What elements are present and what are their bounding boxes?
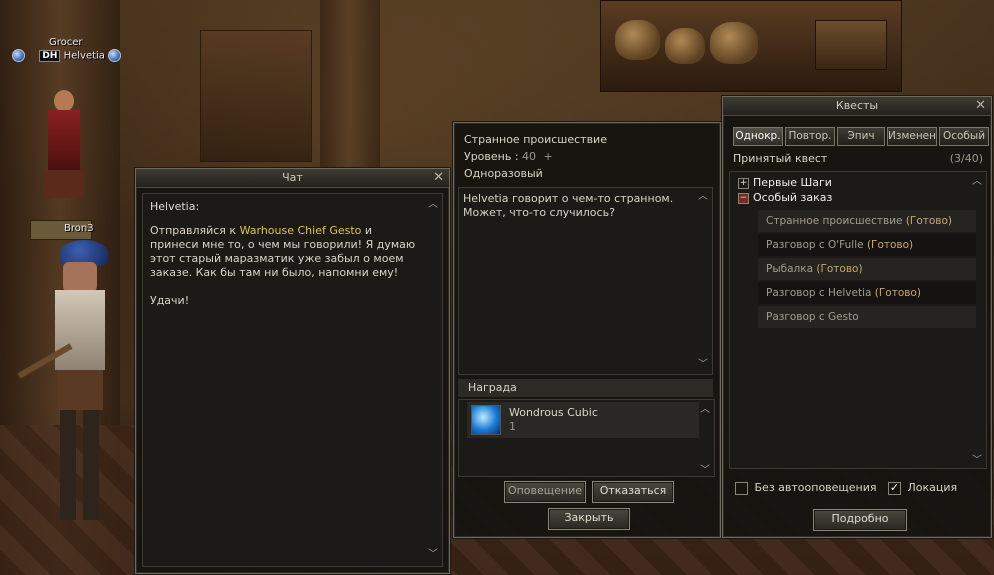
opt-location-label: Локация: [907, 481, 958, 494]
level-label: Уровень :: [464, 150, 519, 163]
scroll-down-icon[interactable]: ﹀: [972, 451, 982, 466]
quest-level: Уровень : 40 +: [464, 148, 607, 165]
tab-special[interactable]: Особый: [939, 127, 989, 146]
opt-no-notify-label: Без автооповещения: [754, 481, 877, 494]
sack: [665, 28, 705, 64]
checkbox-checked[interactable]: ✓: [888, 481, 901, 495]
quest-item-name: Разговор с Gesto: [766, 311, 859, 323]
level-value: 40: [522, 150, 537, 163]
group-label: Первые Шаги: [753, 176, 832, 189]
tab-repeat[interactable]: Повтор.: [785, 127, 835, 146]
player-character[interactable]: [17, 240, 125, 530]
scroll-up-icon[interactable]: ︿: [428, 198, 438, 212]
reward-item-qty: 1: [509, 420, 516, 433]
opt-location[interactable]: ✓ Локация: [888, 481, 957, 495]
tab-epic[interactable]: Эпич: [837, 127, 885, 146]
scroll-up-icon[interactable]: ︿: [700, 400, 710, 415]
opt-no-notify[interactable]: Без автооповещения: [735, 481, 877, 495]
reward-list: Wondrous Cubic 1 ︿ ﹀: [458, 399, 715, 477]
reward-item[interactable]: Wondrous Cubic 1: [467, 402, 699, 438]
npc-grocer[interactable]: [42, 90, 88, 220]
checkbox-unchecked[interactable]: [735, 481, 748, 495]
accepted-quests-header: Принятый квест (3/40): [733, 152, 985, 165]
quest-item-status: (Готово): [816, 263, 863, 275]
quest-description-box: Helvetia говорит о чем-то странном. Може…: [458, 187, 713, 375]
list-item[interactable]: Разговор с Gesto: [758, 306, 976, 328]
quest-name: Странное происшествие: [464, 133, 607, 146]
chat-farewell: Удачи!: [150, 294, 190, 307]
close-icon[interactable]: ✕: [433, 169, 444, 187]
wooden-pillar: [320, 0, 380, 170]
chat-text: Отправляйся к: [150, 224, 240, 237]
quest-item-status: (Готово): [866, 239, 914, 251]
sack: [710, 22, 758, 64]
cube-icon: [471, 405, 501, 435]
scroll-up-icon[interactable]: ︿: [698, 190, 708, 204]
accepted-count: (3/40): [949, 152, 983, 165]
scroll-up-icon[interactable]: ︿: [972, 172, 982, 187]
quest-list: + Первые Шаги − Особый заказ Странное прои…: [729, 171, 987, 469]
tab-changed[interactable]: Изменен: [887, 127, 937, 146]
reward-header: Награда: [458, 379, 713, 397]
close-icon[interactable]: ✕: [975, 97, 986, 115]
details-button[interactable]: Подробно: [813, 509, 907, 531]
quest-description: Helvetia говорит о чем-то странном. Може…: [463, 192, 674, 219]
quest-group-first-steps[interactable]: + Первые Шаги: [738, 176, 832, 189]
shelf: [200, 30, 312, 162]
list-item[interactable]: Разговор с O'Fulle (Готово): [758, 234, 976, 256]
level-plus: +: [543, 150, 553, 163]
accepted-label: Принятый квест: [733, 152, 828, 165]
quest-item-name: Разговор с O'Fulle: [766, 239, 864, 251]
nameplate-bron: Bron3: [64, 223, 94, 234]
quest-type: Одноразовый: [464, 167, 543, 180]
chat-message: Отправляйся к Warhouse Chief Gesto и при…: [150, 224, 420, 280]
npc-link[interactable]: Warhouse Chief Gesto: [240, 224, 362, 237]
player-name: Helvetia: [63, 50, 105, 62]
chat-speaker: Helvetia:: [150, 200, 200, 213]
chest: [815, 20, 887, 70]
quest-item-status: (Готово): [874, 287, 921, 299]
nameplate-grocer: Grocer: [49, 37, 83, 48]
quest-group-special-order[interactable]: − Особый заказ: [738, 191, 832, 204]
quest-item-name: Разговор с Helvetia: [766, 287, 872, 299]
list-item[interactable]: Странное происшествие (Готово): [758, 210, 976, 232]
sack: [615, 20, 660, 60]
quest-tabs: Однокр. Повтор. Эпич Изменен Особый: [733, 127, 989, 146]
status-orb-icon: [12, 49, 25, 62]
nameplate-player: DH Helvetia: [12, 49, 122, 62]
list-item[interactable]: Рыбалка (Готово): [758, 258, 976, 280]
quests-title: Квесты: [835, 99, 879, 112]
scroll-down-icon[interactable]: ﹀: [698, 358, 708, 372]
chat-window: Чат ✕ Helvetia: Отправляйся к Warhouse C…: [135, 168, 450, 574]
tab-one-time[interactable]: Однокр.: [733, 127, 783, 146]
collapse-icon[interactable]: −: [738, 192, 749, 204]
quest-item-status: (Готово): [905, 215, 953, 227]
scroll-down-icon[interactable]: ﹀: [428, 548, 438, 562]
expand-icon[interactable]: +: [738, 177, 749, 189]
reward-item-name: Wondrous Cubic: [509, 406, 598, 419]
scroll-down-icon[interactable]: ﹀: [700, 461, 710, 476]
quest-detail-header: Странное происшествие Уровень : 40 + Одн…: [464, 131, 607, 182]
notify-button[interactable]: Оповещение: [504, 481, 586, 503]
quests-window: Квесты ✕ Однокр. Повтор. Эпич Изменен Ос…: [722, 96, 992, 538]
chat-window-title[interactable]: Чат ✕: [136, 169, 449, 188]
chat-title: Чат: [282, 171, 303, 184]
quest-item-name: Рыбалка: [766, 263, 814, 275]
chat-body: Helvetia: Отправляйся к Warhouse Chief G…: [142, 193, 443, 567]
status-orb-icon: [108, 49, 122, 62]
decline-button[interactable]: Отказаться: [592, 481, 674, 503]
reward-label: Награда: [468, 381, 517, 394]
close-button[interactable]: Закрыть: [548, 508, 630, 530]
quest-item-name: Странное происшествие: [766, 215, 903, 227]
clan-crest: DH: [39, 49, 61, 62]
list-item[interactable]: Разговор с Helvetia (Готово): [758, 282, 976, 304]
group-label: Особый заказ: [753, 191, 833, 204]
quests-window-title[interactable]: Квесты ✕: [723, 97, 991, 116]
quest-detail-window: Странное происшествие Уровень : 40 + Одн…: [453, 122, 721, 538]
